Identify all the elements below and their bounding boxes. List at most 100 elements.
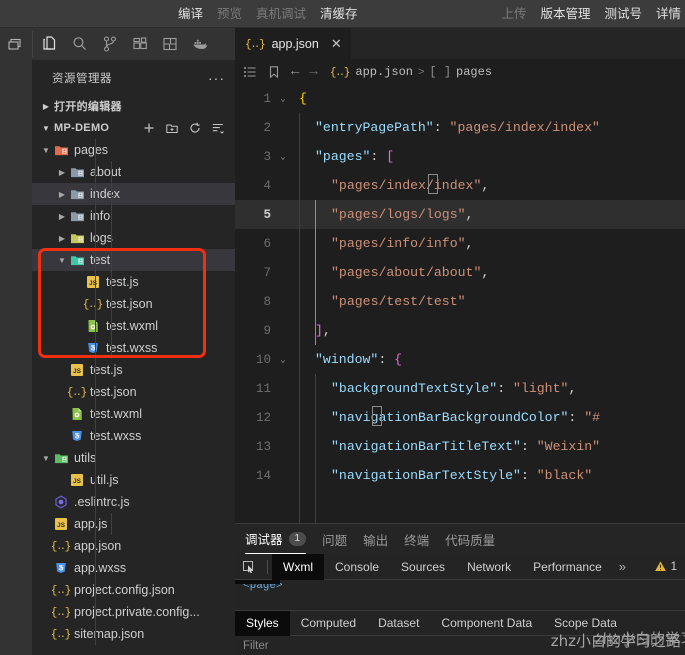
wxss-icon — [84, 341, 102, 355]
chevron-down-icon: ▼ — [58, 255, 66, 265]
toolbar-left-item-3[interactable]: 清缓存 — [320, 0, 358, 28]
panel-tab[interactable]: 代码质量 — [445, 524, 495, 554]
fold-chevron-icon[interactable]: ⌄ — [275, 152, 291, 162]
activity-bar-rail — [0, 60, 32, 655]
devtools-subtab[interactable]: Scope Data — [543, 611, 628, 636]
tree-folder-row[interactable]: ▼ test — [32, 249, 235, 271]
tree-file-row[interactable]: {․․} project.config.json — [32, 579, 235, 601]
code-line[interactable]: 6 "pages/info/info", — [235, 229, 685, 258]
fold-chevron-icon[interactable]: ⌄ — [275, 355, 291, 365]
code-line[interactable]: 11 "backgroundTextStyle": "light", — [235, 374, 685, 403]
code-line[interactable]: 5 "pages/logs/logs", — [235, 200, 685, 229]
back-arrow-icon[interactable]: ← — [291, 64, 299, 80]
docker-icon[interactable] — [185, 29, 215, 59]
code-line[interactable]: 12 "navigationBarBackgroundColor": "# — [235, 403, 685, 432]
tree-file-row[interactable]: JS test.js — [32, 359, 235, 381]
tree-folder-row[interactable]: ▼ utils — [32, 447, 235, 469]
panel-tab[interactable]: 输出 — [363, 524, 388, 554]
tree-file-row[interactable]: test.wxml — [32, 315, 235, 337]
toolbar-right-item-1[interactable]: 版本管理 — [540, 0, 590, 28]
code-line[interactable]: 2 "entryPagePath": "pages/index/index" — [235, 113, 685, 142]
code-line[interactable]: 10 ⌄ "window": { — [235, 345, 685, 374]
tree-file-row[interactable]: {․․} project.private.config... — [32, 601, 235, 623]
tree-file-row[interactable]: {․․} sitemap.json — [32, 623, 235, 645]
inspect-element-icon[interactable] — [235, 560, 263, 574]
code-line[interactable]: 4 "pages/index/index", — [235, 171, 685, 200]
devtools-tab[interactable]: Sources — [390, 554, 456, 580]
devtools-subtab[interactable]: Dataset — [367, 611, 430, 636]
tree-folder-row[interactable]: ▶ about — [32, 161, 235, 183]
code-line[interactable]: 1 ⌄ { — [235, 84, 685, 113]
panel-tab[interactable]: 调试器 1 — [245, 524, 307, 554]
devtools-tab[interactable]: Network — [456, 554, 522, 580]
code-line[interactable]: 9], — [235, 316, 685, 345]
code-line[interactable]: 14 "navigationBarTextStyle": "black" — [235, 461, 685, 490]
search-icon[interactable] — [65, 29, 95, 59]
devtools-warning-status[interactable]: 1 — [654, 560, 685, 573]
new-file-icon[interactable] — [142, 121, 156, 135]
devtools-tab[interactable]: Wxml — [272, 553, 324, 580]
open-editors-section[interactable]: ▶ 打开的编辑器 — [32, 95, 235, 117]
tree-folder-row[interactable]: ▼ pages — [32, 139, 235, 161]
tree-file-row[interactable]: test.wxss — [32, 425, 235, 447]
svg-text:JS: JS — [73, 478, 82, 485]
tree-file-row[interactable]: test.wxml — [32, 403, 235, 425]
line-number: 6 — [263, 236, 271, 251]
toolbar-right-item-3[interactable]: 详情 — [656, 0, 681, 28]
devtools-overflow-icon[interactable]: » — [613, 559, 632, 574]
breadcrumb-node[interactable]: pages — [456, 65, 492, 79]
toolbar-left-item-1[interactable]: 预览 — [217, 0, 242, 28]
styles-filter-input[interactable]: Filter — [235, 636, 685, 655]
code-token: : — [378, 352, 395, 367]
source-control-icon[interactable] — [95, 29, 125, 59]
files-explorer-icon[interactable] — [35, 29, 65, 59]
code-token: "pages/index/index" — [331, 178, 482, 193]
collapse-all-icon[interactable] — [211, 121, 225, 135]
toolbar-right-item-2[interactable]: 测试号 — [604, 0, 642, 28]
panel-tab[interactable]: 终端 — [404, 524, 429, 554]
tree-folder-row[interactable]: ▶ info — [32, 205, 235, 227]
devtools-subtab[interactable]: Computed — [290, 611, 367, 636]
split-layout-icon[interactable] — [155, 29, 185, 59]
fold-chevron-icon[interactable]: ⌄ — [275, 94, 291, 104]
toolbar-left-item-0[interactable]: 编译 — [178, 0, 203, 28]
outline-list-icon[interactable] — [243, 65, 257, 79]
tree-file-row[interactable]: .eslintrc.js — [32, 491, 235, 513]
code-line[interactable]: 3 ⌄ "pages": [ — [235, 142, 685, 171]
explorer-more-actions[interactable]: ··· — [208, 70, 225, 86]
devtools-subtab[interactable]: Component Data — [430, 611, 543, 636]
code-line[interactable]: 7 "pages/about/about", — [235, 258, 685, 287]
tab-app-json[interactable]: {․․} app.json ✕ — [235, 28, 351, 59]
tree-file-row[interactable]: JS app.js — [32, 513, 235, 535]
toolbar-right-item-0[interactable]: 上传 — [501, 0, 526, 28]
toolbar-left-item-2[interactable]: 真机调试 — [256, 0, 306, 28]
tree-file-row[interactable]: {․․} test.json — [32, 381, 235, 403]
folder-icon — [68, 187, 86, 202]
tree-file-row[interactable]: JS util.js — [32, 469, 235, 491]
bookmark-icon[interactable] — [267, 65, 281, 79]
breadcrumb-file[interactable]: app.json — [355, 65, 413, 79]
new-folder-icon[interactable] — [165, 121, 179, 135]
devtools-subtab[interactable]: Styles — [235, 610, 290, 636]
tree-file-row[interactable]: test.wxss — [32, 337, 235, 359]
forward-arrow-icon[interactable]: → — [309, 64, 317, 80]
tree-file-row[interactable]: app.wxss — [32, 557, 235, 579]
tree-folder-row[interactable]: ▶ logs — [32, 227, 235, 249]
devtools-tab[interactable]: Performance — [522, 554, 613, 580]
devtools-tab[interactable]: Console — [324, 554, 390, 580]
refresh-icon[interactable] — [188, 121, 202, 135]
layout-panel-icon[interactable] — [0, 29, 30, 59]
tree-folder-row[interactable]: ▶ index — [32, 183, 235, 205]
panel-tab[interactable]: 问题 — [322, 524, 347, 554]
close-icon[interactable]: ✕ — [331, 36, 342, 52]
tree-file-row[interactable]: {․․} app.json — [32, 535, 235, 557]
code-editor[interactable]: 1 ⌄ {2 "entryPagePath": "pages/index/index"… — [235, 84, 685, 523]
dom-tree-snippet[interactable]: <page> — [235, 580, 685, 596]
tree-file-row[interactable]: {․․} test.json — [32, 293, 235, 315]
extensions-icon[interactable] — [125, 29, 155, 59]
tree-file-row[interactable]: JS test.js — [32, 271, 235, 293]
code-line[interactable]: 13 "navigationBarTitleText": "Weixin" — [235, 432, 685, 461]
project-root-section[interactable]: ▼ MP-DEMO — [32, 117, 235, 139]
code-line[interactable]: 8 "pages/test/test" — [235, 287, 685, 316]
line-number: 7 — [263, 265, 271, 280]
